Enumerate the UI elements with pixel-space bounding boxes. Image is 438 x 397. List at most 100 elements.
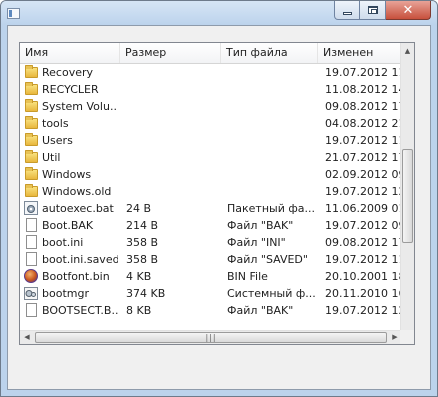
folder-icon [25,116,38,129]
cell-type: Файл "SAVED" [227,253,308,266]
file-icon [26,252,37,266]
folder-icon [25,150,38,163]
cell-size [126,98,218,115]
maximize-button[interactable] [360,1,386,20]
cell-type [227,132,317,149]
cell-size: 8 KB [126,304,152,317]
column-header-modified[interactable]: Изменен [318,43,400,63]
file-icon [26,218,37,232]
arrow-up-icon[interactable]: ▲ [401,43,414,59]
folder-icon [25,82,38,95]
cell-type [227,166,317,183]
cell-date: 19.07.2012 12: [325,185,400,198]
cell-date: 11.08.2012 14: [325,83,400,96]
cell-date: 11.06.2009 01: [325,202,400,215]
title-bar[interactable]: ✕ [1,1,437,25]
cell-size: 358 B [126,236,159,249]
cell-type [227,149,317,166]
cell-date: 19.07.2012 12: [325,304,400,317]
horizontal-scroll-thumb[interactable]: ||| [35,332,387,343]
file-icon [26,235,37,249]
cell-date: 19.07.2012 11: [325,134,400,147]
cell-name: Util [42,151,61,164]
cell-name: tools [42,117,69,130]
grip-icon: ||| [205,333,217,342]
list-item[interactable]: Boot.BAK 214 B Файл "BAK" 19.07.2012 09: [20,217,400,234]
minimize-button[interactable] [334,1,360,20]
folder-icon [25,133,38,146]
cell-size [126,64,218,81]
cell-date: 04.08.2012 21: [325,117,400,130]
cell-date: 21.07.2012 17: [325,151,400,164]
folder-icon [25,167,38,180]
cell-size [126,81,218,98]
cell-name: Windows [42,168,92,181]
arrow-left-icon[interactable]: ◀ [20,329,34,344]
cell-size [126,115,218,132]
cell-type [227,64,317,81]
cell-type: Файл "INI" [227,236,286,249]
cell-name: Bootfont.bin [42,270,110,283]
file-icon [26,303,37,317]
column-header-type[interactable]: Тип файла [221,43,318,63]
scrollbar-corner [400,330,414,344]
list-item[interactable]: Users 19.07.2012 11: [20,132,400,149]
cell-name: RECYCLER [42,83,99,96]
list-item[interactable]: BOOTSECT.B... 8 KB Файл "BAK" 19.07.2012 12… [20,302,400,319]
client-area: Имя Размер Тип файла Изменен Recovery 19.… [7,25,431,390]
list-item[interactable]: RECYCLER 11.08.2012 14: [20,81,400,98]
list-item[interactable]: Bootfont.bin 4 KB BIN File 20.10.2001 18: [20,268,400,285]
column-header-name[interactable]: Имя [20,43,120,63]
folder-icon [25,65,38,78]
cell-date: 09.08.2012 17: [325,100,400,113]
system-file-icon [24,287,38,300]
list-item[interactable]: Windows.old 19.07.2012 12: [20,183,400,200]
cell-type: Файл "BAK" [227,219,294,232]
list-item[interactable]: boot.ini.saved 358 B Файл "SAVED" 19.07.201… [20,251,400,268]
horizontal-scrollbar[interactable]: ◀ ||| ▶ [20,330,402,344]
cell-size [126,149,218,166]
cell-name: boot.ini.saved [42,253,118,266]
cell-type [227,115,317,132]
list-item[interactable]: boot.ini 358 B Файл "INI" 09.08.2012 17: [20,234,400,251]
cell-date: 20.11.2010 16: [325,287,400,300]
vertical-scrollbar[interactable]: ▲ ▼ [400,43,414,344]
close-button[interactable]: ✕ [386,1,431,20]
list-item[interactable]: bootmgr 374 KB Системный ф... 20.11.2010 16… [20,285,400,302]
file-list[interactable]: Имя Размер Тип файла Изменен Recovery 19.… [19,42,415,345]
cell-size: 4 KB [126,270,152,283]
app-window: ✕ Имя Размер Тип файла Изменен Recovery 1… [0,0,438,397]
cell-name: autoexec.bat [42,202,114,215]
cell-size [126,183,218,200]
close-icon: ✕ [402,2,414,18]
list-item[interactable]: tools 04.08.2012 21: [20,115,400,132]
list-rows: Recovery 19.07.2012 11: RECYCLER 11.08.2012… [20,64,400,329]
cell-date: 09.08.2012 17: [325,236,400,249]
vertical-scroll-thumb[interactable] [402,149,413,243]
folder-icon [25,99,38,112]
maximize-icon [367,6,378,14]
column-header-size[interactable]: Размер [120,43,221,63]
cell-type: Системный ф... [227,287,316,300]
cell-size: 374 KB [126,287,166,300]
cell-name: boot.ini [42,236,84,249]
cell-size: 358 B [126,253,159,266]
cell-type [227,98,317,115]
window-icon[interactable] [7,8,20,19]
cell-date: 19.07.2012 11: [325,66,400,79]
cell-size: 214 B [126,219,159,232]
list-item[interactable]: Recovery 19.07.2012 11: [20,64,400,81]
cell-type [227,81,317,98]
caption-buttons: ✕ [334,1,431,20]
cell-size: 24 B [126,202,152,215]
list-item[interactable]: Util 21.07.2012 17: [20,149,400,166]
cell-name: BOOTSECT.B... [42,304,118,317]
folder-icon [25,184,38,197]
list-item[interactable]: autoexec.bat 24 B Пакетный фа... 11.06.2009… [20,200,400,217]
cell-type: Пакетный фа... [227,202,315,215]
cell-date: 02.09.2012 09: [325,168,400,181]
cell-name: Boot.BAK [42,219,94,232]
list-item[interactable]: Windows 02.09.2012 09: [20,166,400,183]
list-item[interactable]: System Volu... 09.08.2012 17: [20,98,400,115]
cell-date: 20.10.2001 18: [325,270,400,283]
